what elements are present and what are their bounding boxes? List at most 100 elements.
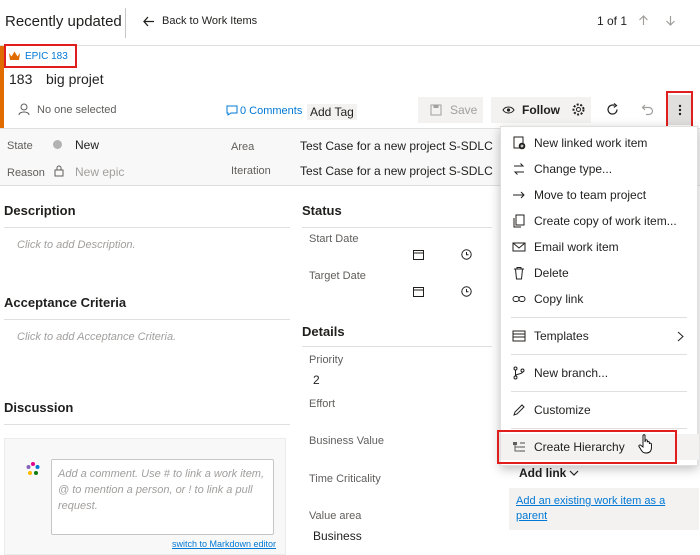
value-area-value[interactable]: Business — [313, 529, 362, 543]
state-value[interactable]: New — [75, 138, 99, 152]
menu-item-create-copy[interactable]: Create copy of work item... — [501, 208, 699, 234]
trash-icon — [512, 266, 526, 280]
start-date-label: Start Date — [309, 233, 359, 245]
menu-item-label: Delete — [534, 266, 569, 280]
chevron-up-icon[interactable] — [637, 14, 650, 27]
settings-button[interactable] — [566, 97, 591, 123]
follow-button[interactable]: Follow — [491, 97, 566, 123]
priority-label: Priority — [309, 354, 344, 366]
save-icon — [430, 104, 442, 116]
menu-item-label: Copy link — [534, 292, 584, 306]
menu-item-delete[interactable]: Delete — [501, 260, 699, 286]
reason-value: New epic — [75, 165, 125, 179]
menu-item-customize[interactable]: Customize — [501, 397, 699, 423]
back-label: Back to Work Items — [162, 15, 258, 27]
status-title: Status — [302, 203, 342, 218]
description-editor[interactable]: Click to add Description. — [17, 239, 136, 251]
markdown-editor-link[interactable]: switch to Markdown editor — [172, 539, 276, 549]
email-icon — [512, 240, 526, 254]
assignee-field[interactable]: No one selected — [37, 104, 117, 116]
header-divider — [125, 8, 126, 38]
value-area-label: Value area — [309, 510, 362, 522]
menu-divider — [511, 391, 687, 392]
add-existing-parent-link[interactable]: Add an existing work item as a parent — [516, 494, 692, 524]
branch-icon — [512, 366, 526, 380]
change-type-icon — [512, 162, 526, 176]
menu-item-label: Move to team project — [534, 188, 647, 202]
menu-divider — [511, 317, 687, 318]
work-item-title[interactable]: big projet — [46, 71, 104, 87]
link-icon — [512, 292, 526, 306]
eye-icon — [502, 105, 515, 115]
iteration-label: Iteration — [231, 165, 271, 177]
menu-item-label: New linked work item — [534, 136, 648, 150]
menu-item-new-branch[interactable]: New branch... — [501, 360, 699, 386]
business-value-label: Business Value — [309, 435, 385, 447]
undo-icon[interactable] — [641, 103, 654, 116]
description-divider — [4, 227, 290, 228]
menu-item-label: Email work item — [534, 240, 619, 254]
page-title: Recently updated — [5, 13, 122, 30]
details-title: Details — [302, 324, 345, 339]
chevron-right-icon — [677, 331, 684, 342]
acceptance-criteria-editor[interactable]: Click to add Acceptance Criteria. — [17, 331, 176, 343]
gear-icon — [572, 103, 585, 116]
refresh-icon[interactable] — [606, 103, 619, 116]
comment-icon — [226, 105, 238, 116]
highlight-box-more — [666, 91, 693, 128]
menu-item-change-type[interactable]: Change type... — [501, 156, 699, 182]
details-divider — [302, 346, 492, 347]
calendar-icon[interactable] — [413, 249, 424, 260]
clock-icon[interactable] — [461, 249, 472, 260]
menu-item-new-linked-work-item[interactable]: New linked work item — [501, 130, 699, 156]
acceptance-criteria-title: Acceptance Criteria — [4, 295, 127, 310]
comment-placeholder: Add a comment. Use # to link a work item… — [58, 468, 265, 512]
acceptance-divider — [4, 319, 290, 320]
priority-value[interactable]: 2 — [313, 373, 320, 387]
chevron-down-icon[interactable] — [664, 14, 677, 27]
menu-item-label: Templates — [534, 329, 589, 343]
work-item-id: 183 — [9, 71, 33, 87]
hand-cursor-icon — [638, 434, 654, 454]
templates-icon — [512, 329, 526, 343]
back-to-work-items-button[interactable]: Back to Work Items — [140, 12, 270, 32]
menu-divider — [511, 428, 687, 429]
lock-icon — [54, 165, 64, 177]
state-label: State — [7, 140, 33, 152]
menu-item-email-work-item[interactable]: Email work item — [501, 234, 699, 260]
chevron-down-icon — [569, 470, 579, 477]
calendar-icon[interactable] — [413, 286, 424, 297]
highlight-box-epic — [4, 44, 77, 68]
discussion-divider — [4, 424, 290, 425]
save-button[interactable]: Save — [418, 97, 483, 123]
person-icon — [18, 103, 30, 116]
save-label: Save — [450, 103, 478, 117]
comments-link[interactable]: 0 Comments — [240, 105, 302, 117]
description-title: Description — [4, 203, 76, 218]
more-actions-menu: New linked work item Change type... Move… — [500, 126, 699, 466]
move-icon — [512, 188, 526, 202]
add-tag-button[interactable]: Add Tag — [307, 104, 357, 120]
iteration-value[interactable]: Test Case for a new project S-SDLC — [300, 164, 493, 178]
area-label: Area — [231, 141, 255, 153]
target-date-label: Target Date — [309, 270, 366, 282]
menu-item-label: Change type... — [534, 162, 613, 176]
copy-item-icon — [512, 214, 526, 228]
follow-label: Follow — [522, 103, 560, 117]
menu-item-copy-link[interactable]: Copy link — [501, 286, 699, 312]
clock-icon[interactable] — [461, 286, 472, 297]
back-arrow-icon — [142, 15, 155, 28]
menu-item-label: Create copy of work item... — [534, 214, 677, 228]
add-link-label: Add link — [519, 466, 567, 480]
pager-text: 1 of 1 — [597, 14, 628, 28]
menu-item-move-to-team-project[interactable]: Move to team project — [501, 182, 699, 208]
menu-divider — [511, 354, 687, 355]
effort-label: Effort — [309, 398, 336, 410]
menu-item-templates[interactable]: Templates — [501, 323, 699, 349]
add-link-button[interactable]: Add link — [519, 465, 584, 483]
area-value[interactable]: Test Case for a new project S-SDLC — [300, 139, 493, 153]
reason-label: Reason — [7, 167, 45, 179]
discussion-title: Discussion — [4, 400, 74, 415]
comment-input[interactable]: Add a comment. Use # to link a work item… — [51, 459, 274, 535]
pencil-icon — [512, 403, 526, 417]
